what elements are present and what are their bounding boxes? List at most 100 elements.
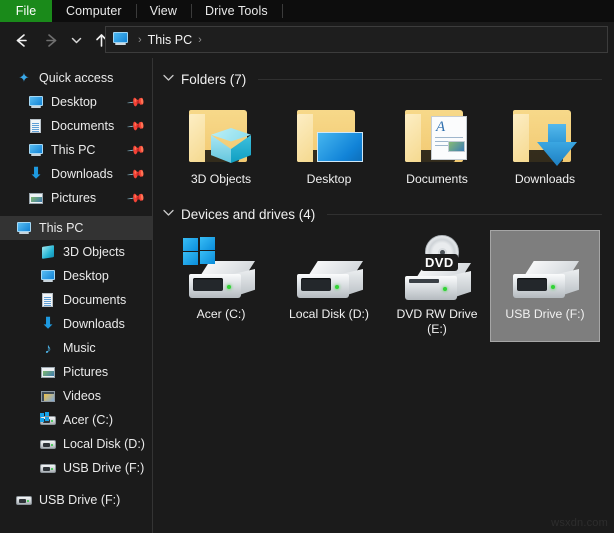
item-local-disk-d[interactable]: Local Disk (D:) (275, 231, 383, 341)
recent-locations-button[interactable] (66, 25, 86, 55)
download-arrow-icon: ⬇ (28, 166, 44, 182)
forward-arrow-icon (43, 32, 60, 49)
picture-icon (28, 190, 44, 206)
ribbon-tab-bar: File Computer View Drive Tools (0, 0, 614, 22)
sidebar-item-usb-drive-f[interactable]: USB Drive (F:) (0, 488, 152, 512)
sidebar-item-label: Music (63, 341, 152, 355)
item-label: DVD RW Drive (E:) (385, 307, 489, 337)
pin-icon: 📌 (127, 189, 146, 208)
sidebar-item-label: Downloads (63, 317, 152, 331)
sidebar-item-usb-drive-f-child[interactable]: USB Drive (F:) (0, 456, 152, 480)
monitor-icon (40, 268, 56, 284)
pin-icon: 📌 (127, 117, 146, 136)
sidebar-item-desktop-quick[interactable]: Desktop 📌 (0, 90, 152, 114)
sidebar-item-label: This PC (39, 221, 152, 235)
sidebar-item-this-pc[interactable]: This PC (0, 216, 152, 240)
sidebar-item-label: Desktop (63, 269, 152, 283)
hard-drive-icon (40, 460, 56, 476)
folders-grid: 3D Objects Desktop A (153, 92, 614, 191)
breadcrumb-this-pc[interactable]: This PC (148, 33, 192, 47)
star-icon: ✦ (16, 70, 32, 86)
sidebar-item-label: Acer (C:) (63, 413, 152, 427)
item-usb-drive-f[interactable]: USB Drive (F:) (491, 231, 599, 341)
tab-drive-tools-label: Drive Tools (205, 4, 268, 18)
sidebar-item-3d-objects[interactable]: 3D Objects (0, 240, 152, 264)
section-title-devices: Devices and drives (4) (181, 207, 315, 222)
sidebar-item-label: Documents (63, 293, 152, 307)
item-desktop[interactable]: Desktop (275, 96, 383, 191)
sidebar-item-pictures-quick[interactable]: Pictures 📌 (0, 186, 152, 210)
ribbon-tab-filler (282, 0, 614, 22)
sidebar-item-label: This PC (51, 143, 129, 157)
item-acer-c[interactable]: Acer (C:) (167, 231, 275, 341)
sidebar-item-this-pc-quick[interactable]: This PC 📌 (0, 138, 152, 162)
sidebar-item-label: Pictures (51, 191, 129, 205)
dvd-drive-icon: DVD (397, 237, 477, 305)
folder-documents-icon: A (397, 102, 477, 170)
item-documents[interactable]: A Documents (383, 96, 491, 191)
tab-computer[interactable]: Computer (52, 0, 136, 22)
item-dvd-rw-drive-e[interactable]: DVD DVD RW Drive (E:) (383, 231, 491, 341)
item-label: 3D Objects (169, 172, 273, 187)
hard-drive-icon (40, 436, 56, 452)
monitor-icon (28, 94, 44, 110)
tab-view-label: View (150, 4, 177, 18)
address-bar[interactable]: › This PC › (105, 26, 608, 53)
item-label: Acer (C:) (169, 307, 273, 322)
watermark: wsxdn.com (551, 517, 608, 529)
item-label: Downloads (493, 172, 597, 187)
forward-button[interactable] (36, 25, 66, 55)
cube-icon (40, 244, 56, 260)
sidebar-quick-access-label: Quick access (39, 71, 152, 85)
pin-icon: 📌 (127, 165, 146, 184)
sidebar-item-quick-access[interactable]: ✦ Quick access (0, 66, 152, 90)
sidebar-item-desktop[interactable]: Desktop (0, 264, 152, 288)
sidebar-item-documents[interactable]: Documents (0, 288, 152, 312)
sidebar-item-pictures[interactable]: Pictures (0, 360, 152, 384)
hard-drive-icon (16, 492, 32, 508)
sidebar-item-downloads-quick[interactable]: ⬇ Downloads 📌 (0, 162, 152, 186)
sidebar-item-label: Local Disk (D:) (63, 437, 152, 451)
tab-drive-tools[interactable]: Drive Tools (191, 0, 282, 22)
sidebar-item-documents-quick[interactable]: Documents 📌 (0, 114, 152, 138)
sidebar-item-label: USB Drive (F:) (63, 461, 152, 475)
file-explorer-window: File Computer View Drive Tools (0, 0, 614, 533)
item-3d-objects[interactable]: 3D Objects (167, 96, 275, 191)
download-arrow-icon: ⬇ (40, 316, 56, 332)
dvd-badge: DVD (421, 254, 458, 271)
sidebar-item-downloads[interactable]: ⬇ Downloads (0, 312, 152, 336)
back-button[interactable] (6, 25, 36, 55)
pin-icon: 📌 (127, 93, 146, 112)
document-icon (28, 118, 44, 134)
tab-file[interactable]: File (0, 0, 52, 22)
folder-3d-objects-icon (181, 102, 261, 170)
sidebar-item-acer-c[interactable]: Acer (C:) (0, 408, 152, 432)
file-list-pane[interactable]: Folders (7) 3D Objects (153, 58, 614, 533)
back-arrow-icon (13, 32, 30, 49)
sidebar-item-videos[interactable]: Videos (0, 384, 152, 408)
tab-computer-label: Computer (66, 4, 122, 18)
chevron-down-icon[interactable] (163, 209, 174, 220)
breadcrumb-separator-2[interactable]: › (192, 34, 208, 46)
sidebar-item-label: Pictures (63, 365, 152, 379)
breadcrumb-separator-1[interactable]: › (132, 34, 148, 46)
sidebar-item-label: USB Drive (F:) (39, 493, 152, 507)
item-label: Documents (385, 172, 489, 187)
folder-downloads-icon (505, 102, 585, 170)
item-label: Desktop (277, 172, 381, 187)
tab-view[interactable]: View (136, 0, 191, 22)
section-header-folders[interactable]: Folders (7) (153, 66, 614, 92)
section-rule (258, 79, 602, 80)
this-pc-icon (112, 32, 129, 47)
sidebar-item-local-disk-d[interactable]: Local Disk (D:) (0, 432, 152, 456)
monitor-icon (28, 142, 44, 158)
usb-drive-icon (505, 237, 585, 305)
navigation-pane[interactable]: ✦ Quick access Desktop 📌 Documents 📌 Thi… (0, 58, 152, 533)
sidebar-item-music[interactable]: ♪ Music (0, 336, 152, 360)
chevron-down-icon[interactable] (163, 74, 174, 85)
item-downloads[interactable]: Downloads (491, 96, 599, 191)
section-rule (327, 214, 602, 215)
chevron-down-icon (70, 34, 83, 47)
section-header-devices[interactable]: Devices and drives (4) (153, 201, 614, 227)
picture-icon (40, 364, 56, 380)
